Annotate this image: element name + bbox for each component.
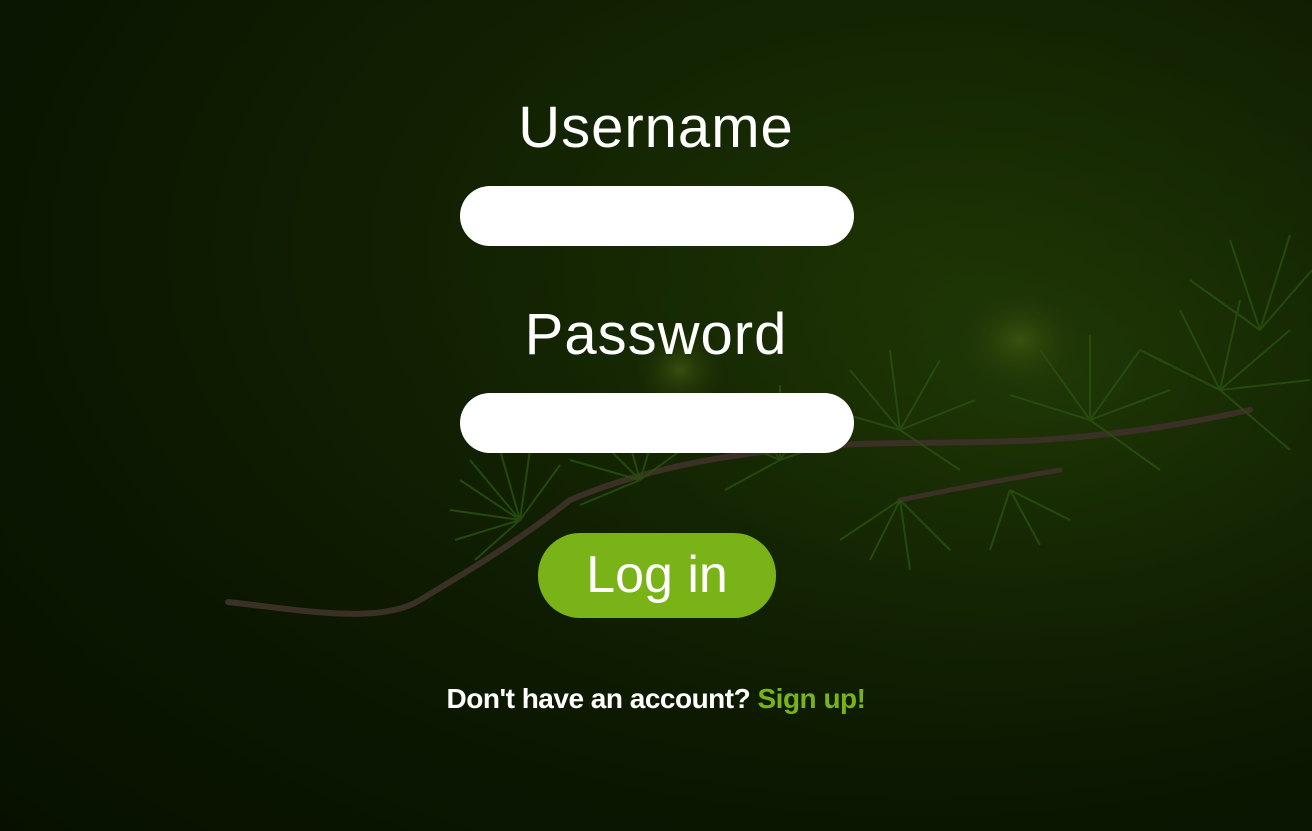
login-button[interactable]: Log in [538, 533, 776, 618]
password-label: Password [524, 302, 788, 367]
username-label: Username [518, 95, 794, 160]
username-input[interactable] [460, 186, 854, 246]
signup-link[interactable]: Sign up! [758, 683, 866, 714]
signup-prompt-text: Don't have an account? [446, 683, 751, 714]
login-form: Username Password Log in Don't have an a… [0, 0, 1312, 831]
password-input[interactable] [460, 393, 854, 453]
signup-prompt-line: Don't have an account? Sign up! [0, 683, 1312, 715]
